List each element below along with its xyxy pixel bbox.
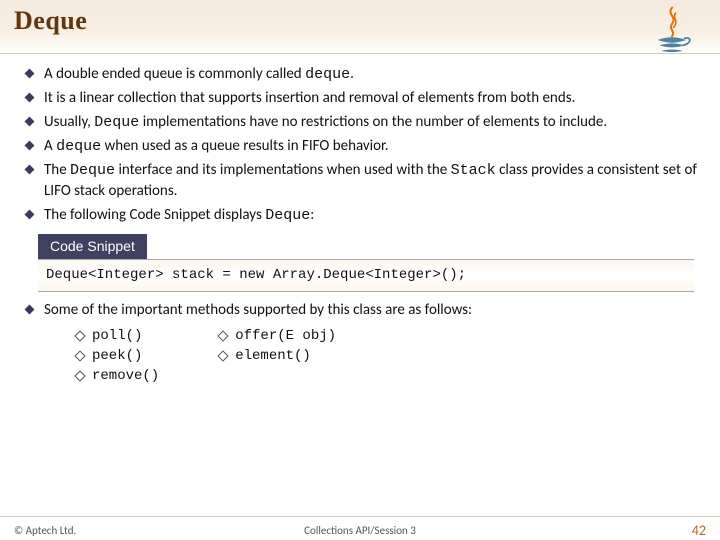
footer-session: Collections API/Session 3 <box>304 524 416 537</box>
bullet-mono: deque <box>305 66 350 83</box>
slide-footer: © Aptech Ltd. Collections API/Session 3 … <box>0 516 720 540</box>
bullet-item: Some of the important methods supported … <box>44 300 704 320</box>
code-snippet-label: Code Snippet <box>38 234 147 259</box>
bullet-text: Usually, <box>44 113 94 131</box>
method-item: element() <box>219 346 336 366</box>
bullet-text: A double ended queue is commonly called <box>44 65 305 83</box>
method-item: remove() <box>76 366 159 386</box>
bullet-mono: Deque <box>70 162 115 179</box>
bullet-item: The following Code Snippet displays Dequ… <box>44 205 704 226</box>
bullet-list: A double ended queue is commonly called … <box>16 64 704 226</box>
java-logo-icon <box>642 4 702 58</box>
slide-body: A double ended queue is commonly called … <box>0 54 720 387</box>
bullet-text: interface and its implementations when u… <box>115 161 451 179</box>
code-snippet-content: Deque<Integer> stack = new Array.Deque<I… <box>38 259 694 292</box>
bullet-text: implementations have no restrictions on … <box>139 113 607 131</box>
methods-col: poll() peek() remove() <box>76 326 159 387</box>
bullet-text: A <box>44 137 56 155</box>
bullet-item: The Deque interface and its implementati… <box>44 160 704 202</box>
method-item: offer(E obj) <box>219 326 336 346</box>
bullet-item: Usually, Deque implementations have no r… <box>44 112 704 133</box>
method-item: poll() <box>76 326 159 346</box>
methods-columns: poll() peek() remove() offer(E obj) elem… <box>76 326 704 387</box>
code-snippet-block: Code Snippet Deque<Integer> stack = new … <box>38 234 694 292</box>
bullet-mono: Stack <box>451 162 496 179</box>
bullet-text: when used as a queue results in FIFO beh… <box>101 137 388 155</box>
footer-copyright: © Aptech Ltd. <box>14 524 76 537</box>
bullet-text: The <box>44 161 70 179</box>
method-item: peek() <box>76 346 159 366</box>
bullet-text: Some of the important methods supported … <box>44 301 472 319</box>
bullet-list: Some of the important methods supported … <box>16 300 704 320</box>
page-number: 42 <box>692 522 706 539</box>
bullet-item: It is a linear collection that supports … <box>44 88 704 108</box>
bullet-mono: deque <box>56 138 101 155</box>
bullet-item: A double ended queue is commonly called … <box>44 64 704 85</box>
bullet-text: It is a linear collection that supports … <box>44 89 575 107</box>
bullet-text: : <box>310 206 314 224</box>
bullet-mono: Deque <box>94 114 139 131</box>
slide: Deque A double ended queue is commonly c… <box>0 0 720 540</box>
slide-title: Deque <box>14 6 706 36</box>
bullet-text: . <box>350 65 354 83</box>
methods-col: offer(E obj) element() <box>219 326 336 387</box>
slide-header: Deque <box>0 0 720 54</box>
bullet-item: A deque when used as a queue results in … <box>44 136 704 157</box>
bullet-text: The following Code Snippet displays <box>44 206 265 224</box>
bullet-mono: Deque <box>265 207 310 224</box>
